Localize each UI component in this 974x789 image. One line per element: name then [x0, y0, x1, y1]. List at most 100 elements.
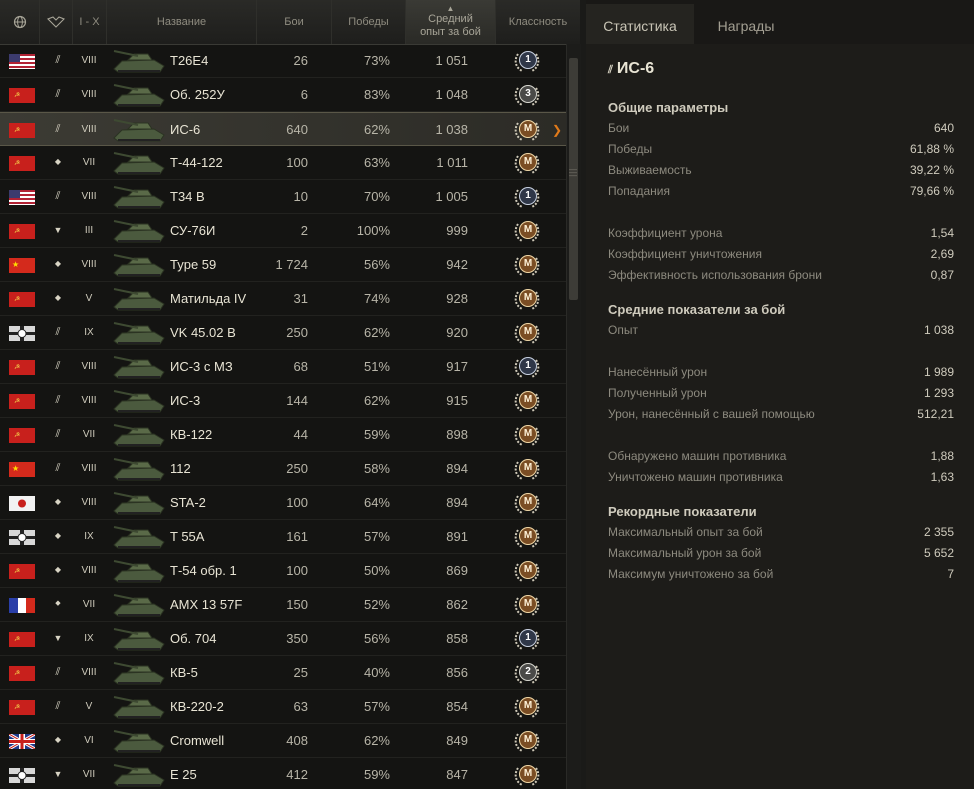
stat-row-survival: Выживаемость 39,22 %: [608, 163, 954, 179]
table-row[interactable]: ☭ ⫽ VIII ИС-3 144 62% 915 M: [0, 384, 566, 418]
battles-cell: 161: [286, 529, 308, 544]
tank-icon: [110, 47, 168, 75]
tab-statistics[interactable]: Статистика: [586, 4, 694, 44]
section-records: Рекордные показатели: [608, 504, 757, 519]
table-row[interactable]: ☭ ⫽ VIII Об. 252У 6 83% 1 048 3: [0, 78, 566, 112]
flag-ussr-icon: ☭: [9, 700, 35, 715]
scrollbar[interactable]: — — —: [566, 44, 581, 789]
table-row[interactable]: ☭ ◆ VIII Т-54 обр. 1 100 50% 869 M: [0, 554, 566, 588]
vehicle-name-cell: AMX 13 57F: [170, 597, 243, 612]
tier-cell: VIII: [81, 565, 97, 576]
table-row[interactable]: ◆ VI Cromwell 408 62% 849 M: [0, 724, 566, 758]
table-row[interactable]: ◆ VII AMX 13 57F 150 52% 862 M: [0, 588, 566, 622]
table-row[interactable]: ☭ ▼ III СУ-76И 2 100% 999 M: [0, 214, 566, 248]
tank-icon: [110, 353, 168, 381]
tab-bar: Статистика Награды: [586, 0, 974, 44]
stat-label: Максимальный урон за бой: [608, 546, 762, 560]
tier-cell: III: [84, 225, 94, 236]
tank-icon: [110, 659, 168, 687]
mastery-column-header[interactable]: Классность: [496, 0, 580, 44]
mastery-level: M: [519, 221, 537, 239]
table-row[interactable]: ☭ ⫽ VIII КВ-5 25 40% 856 2: [0, 656, 566, 690]
flag-japan-icon: [9, 496, 35, 511]
mastery-level: 1: [519, 51, 537, 69]
stat-value: 1,54: [930, 226, 954, 240]
stat-value: 1,63: [930, 470, 954, 484]
tab-awards[interactable]: Награды: [694, 4, 798, 44]
battles-cell: 100: [286, 563, 308, 578]
wins-cell: 57%: [363, 529, 390, 544]
tier-cell: VII: [82, 429, 96, 440]
table-row[interactable]: ◆ VIII STA-2 100 64% 894 M: [0, 486, 566, 520]
tier-cell: VIII: [81, 667, 97, 678]
vehicle-name-cell: STA-2: [170, 495, 206, 510]
avg-xp-cell: 891: [446, 529, 468, 544]
mastery-badge: M: [512, 490, 542, 516]
table-row[interactable]: ☭ ◆ VII Т-44-122 100 63% 1 011 M: [0, 146, 566, 180]
table-row[interactable]: ☭ ⫽ VIII ИС-3 с МЗ 68 51% 917 1: [0, 350, 566, 384]
battles-column-header[interactable]: Бои: [257, 0, 332, 44]
mastery-level: 1: [519, 187, 537, 205]
stat-value: 5 652: [923, 546, 954, 560]
table-row[interactable]: ⫽ IX VK 45.02 B 250 62% 920 M: [0, 316, 566, 350]
stat-label: Коэффициент урона: [608, 226, 723, 240]
tank-icon: [110, 217, 168, 245]
mastery-badge: 1: [512, 184, 542, 210]
mastery-level: M: [519, 561, 537, 579]
table-row[interactable]: ◆ IX T 55A 161 57% 891 M: [0, 520, 566, 554]
nation-filter-column[interactable]: [0, 0, 40, 44]
stat-row-max-xp: Максимальный опыт за бой 2 355: [608, 525, 954, 541]
tier-cell: VIII: [81, 497, 97, 508]
stat-value: 79,66 %: [909, 184, 954, 198]
flag-ussr-icon: ☭: [9, 564, 35, 579]
avg-xp-cell: 1 051: [435, 53, 468, 68]
table-row[interactable]: ▼ VII E 25 412 59% 847 M: [0, 758, 566, 789]
svg-text:☭: ☭: [14, 397, 20, 405]
table-row[interactable]: ☭ ◆ V Матильда IV 31 74% 928 M: [0, 282, 566, 316]
vehicle-name-cell: T 55A: [170, 529, 205, 544]
table-row[interactable]: ⫽ VIII T34 B 10 70% 1 005 1: [0, 180, 566, 214]
tier-cell: VII: [82, 599, 96, 610]
tier-column-header[interactable]: I - X: [73, 0, 107, 44]
vehicle-title: ⫽ ИС-6: [608, 60, 654, 78]
mastery-badge: M: [512, 218, 542, 244]
table-row[interactable]: ☭ ▼ IX Об. 704 350 56% 858 1: [0, 622, 566, 656]
svg-text:☭: ☭: [14, 227, 20, 235]
avg-xp-cell: 856: [446, 665, 468, 680]
heavy-class-icon: ⫽: [55, 360, 61, 372]
battles-cell: 640: [286, 122, 308, 137]
medium-class-icon: ◆: [54, 157, 62, 166]
wins-column-header[interactable]: Победы: [332, 0, 406, 44]
avg-xp-column-header[interactable]: ▲ Средний опыт за бой: [406, 0, 496, 44]
flag-germany-icon: [9, 326, 35, 341]
tank-icon: [110, 285, 168, 313]
battles-cell: 100: [286, 155, 308, 170]
tank-icon: [110, 693, 168, 721]
td-class-icon: ▼: [53, 633, 63, 643]
stat-row-max-dmg: Максимальный урон за бой 5 652: [608, 546, 954, 562]
class-filter-column[interactable]: [40, 0, 73, 44]
table-row[interactable]: ☭ ⫽ VIII ИС-6 640 62% 1 038 M ❯: [0, 112, 566, 146]
table-row[interactable]: ★ ⫽ VIII 112 250 58% 894 M: [0, 452, 566, 486]
tank-icon: [110, 727, 168, 755]
medium-class-icon: ◆: [54, 497, 62, 506]
tank-icon: [110, 387, 168, 415]
stat-row-armor-eff: Эффективность использования брони 0,87: [608, 268, 954, 284]
tier-cell: VIII: [81, 124, 97, 135]
table-row[interactable]: ☭ ⫽ V КВ-220-2 63 57% 854 M: [0, 690, 566, 724]
vehicle-name-cell: Type 59: [170, 257, 217, 272]
flag-ussr-icon: ☭: [9, 360, 35, 375]
mastery-badge: M: [512, 728, 542, 754]
mastery-level: M: [519, 425, 537, 443]
table-row[interactable]: ☭ ⫽ VII КВ-122 44 59% 898 M: [0, 418, 566, 452]
vehicle-name-cell: ИС-3: [170, 393, 201, 408]
table-row[interactable]: ★ ◆ VIII Type 59 1 724 56% 942 M: [0, 248, 566, 282]
avg-xp-cell: 1 011: [436, 155, 468, 170]
table-row[interactable]: ⫽ VIII T26E4 26 73% 1 051 1: [0, 44, 566, 78]
stat-value: 640: [933, 121, 954, 135]
battles-cell: 412: [286, 767, 308, 782]
stat-row-battles: Бои 640: [608, 121, 954, 137]
name-column-header[interactable]: Название: [107, 0, 257, 44]
heavy-class-icon: ⫽: [55, 123, 61, 135]
stat-label: Коэффициент уничтожения: [608, 247, 762, 261]
